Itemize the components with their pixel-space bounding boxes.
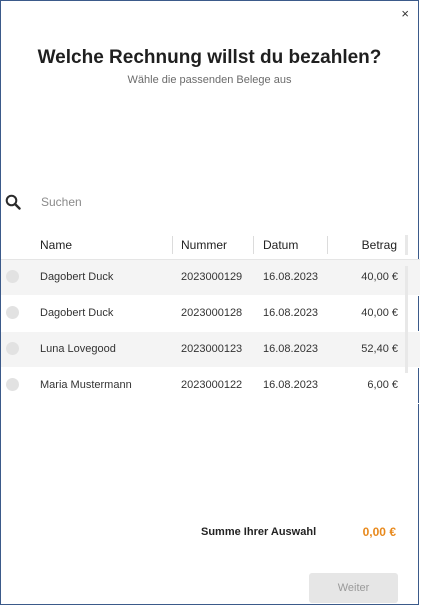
selection-sum-label: Summe Ihrer Auswahl — [201, 526, 317, 538]
close-icon[interactable]: × — [401, 7, 409, 21]
column-header-betrag[interactable]: Betrag — [362, 238, 397, 252]
cell-name: Maria Mustermann — [40, 379, 132, 391]
cell-datum: 16.08.2023 — [263, 379, 319, 391]
cell-betrag: 6,00 € — [367, 379, 398, 391]
scrollbar-track-header[interactable] — [405, 235, 408, 255]
cell-nummer: 2023000122 — [181, 379, 243, 391]
search-bar — [5, 191, 305, 213]
column-header-name[interactable]: Name — [40, 238, 72, 252]
search-icon[interactable] — [5, 194, 21, 210]
column-header-nummer[interactable]: Nummer — [181, 238, 227, 252]
radio-unchecked-icon[interactable] — [6, 270, 19, 283]
table-header: Name Nummer Datum Betrag — [1, 231, 420, 260]
table-row[interactable]: Maria Mustermann 2023000122 16.08.2023 6… — [1, 368, 420, 404]
radio-unchecked-icon[interactable] — [6, 306, 19, 319]
next-button[interactable]: Weiter — [309, 573, 398, 603]
table-row[interactable]: Dagobert Duck 2023000129 16.08.2023 40,0… — [1, 260, 420, 296]
radio-unchecked-icon[interactable] — [6, 378, 19, 391]
selection-sum-value: 0,00 € — [362, 525, 396, 539]
cell-datum: 16.08.2023 — [263, 307, 319, 319]
column-header-datum[interactable]: Datum — [263, 238, 298, 252]
column-divider[interactable] — [172, 236, 173, 254]
table-row[interactable]: Luna Lovegood 2023000123 16.08.2023 52,4… — [1, 332, 420, 368]
cell-betrag: 40,00 € — [361, 271, 398, 283]
dialog-title: Welche Rechnung willst du bezahlen? — [37, 47, 382, 68]
cell-datum: 16.08.2023 — [263, 343, 319, 355]
cell-name: Dagobert Duck — [40, 307, 114, 319]
column-divider[interactable] — [253, 236, 254, 254]
column-divider[interactable] — [327, 236, 328, 254]
radio-unchecked-icon[interactable] — [6, 342, 19, 355]
cell-name: Dagobert Duck — [40, 271, 114, 283]
cell-nummer: 2023000123 — [181, 343, 243, 355]
cell-betrag: 40,00 € — [361, 307, 398, 319]
cell-nummer: 2023000128 — [181, 307, 243, 319]
table-row[interactable]: Dagobert Duck 2023000128 16.08.2023 40,0… — [1, 296, 420, 332]
cell-datum: 16.08.2023 — [263, 271, 319, 283]
scrollbar-track[interactable] — [405, 266, 408, 373]
invoice-table: Name Nummer Datum Betrag Dagobert Duck 2… — [1, 231, 420, 404]
cell-betrag: 52,40 € — [361, 343, 398, 355]
dialog-subtitle: Wähle die passenden Belege aus — [127, 74, 292, 86]
invoice-selection-dialog: × Welche Rechnung willst du bezahlen? Wä… — [0, 0, 420, 605]
cell-nummer: 2023000129 — [181, 271, 243, 283]
search-input[interactable] — [39, 194, 243, 210]
cell-name: Luna Lovegood — [40, 343, 116, 355]
